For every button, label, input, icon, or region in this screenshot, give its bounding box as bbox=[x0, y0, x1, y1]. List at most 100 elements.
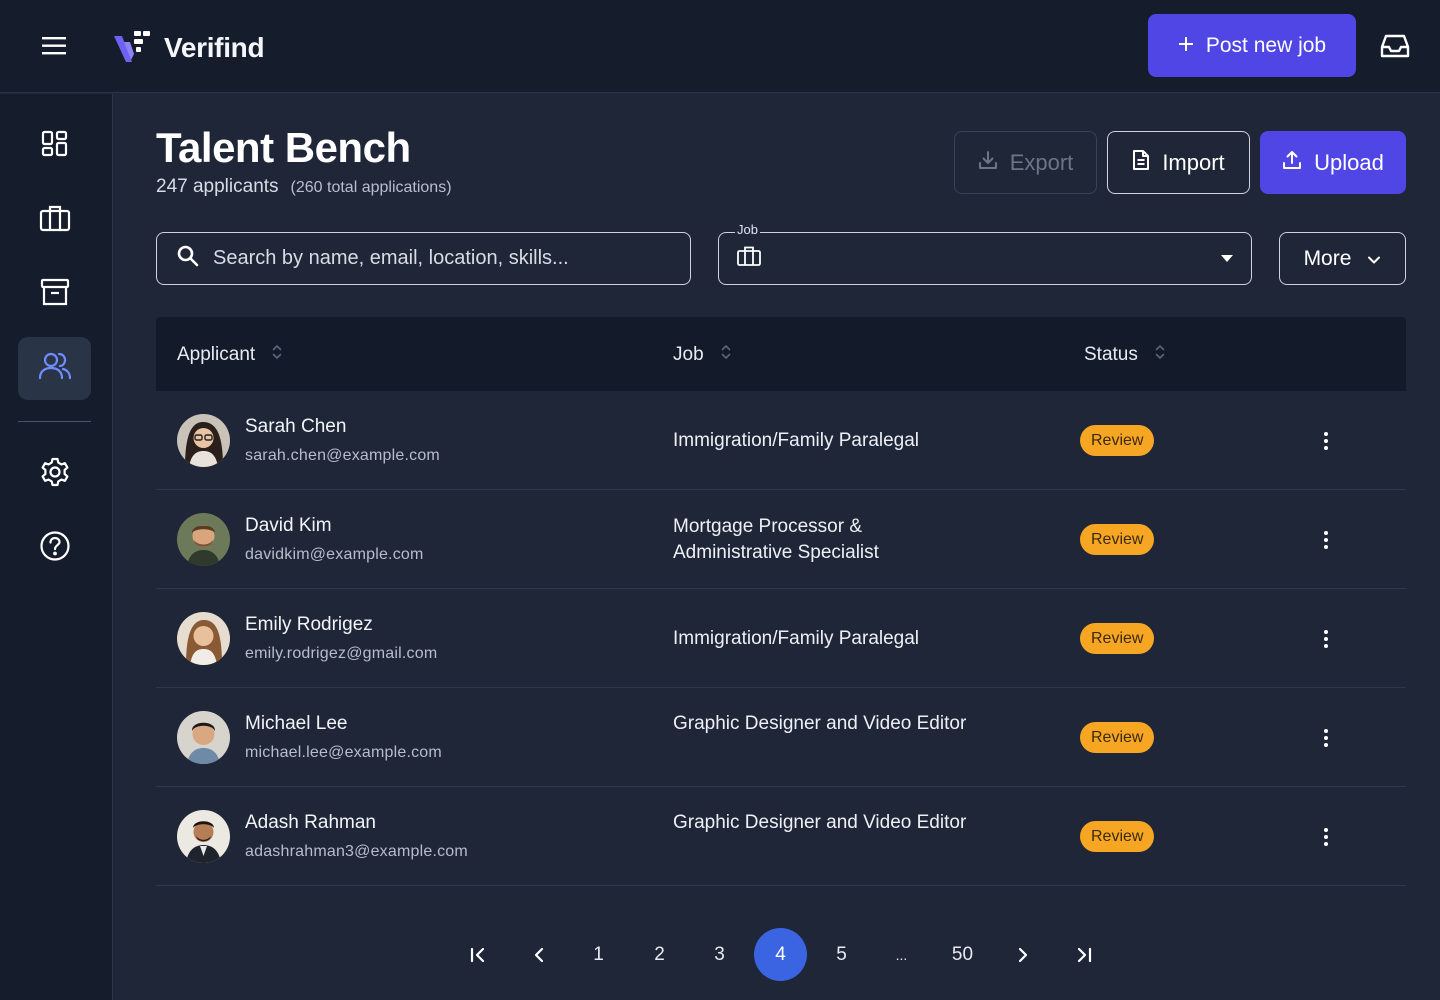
first-page-icon[interactable] bbox=[451, 928, 504, 981]
download-icon bbox=[978, 150, 998, 176]
more-options-icon[interactable] bbox=[1314, 822, 1338, 852]
job-title: Mortgage Processor & Administrative Spec… bbox=[673, 516, 879, 563]
avatar bbox=[177, 711, 230, 764]
column-header-applicant[interactable]: Applicant bbox=[177, 343, 283, 367]
sidebar-item-archive[interactable] bbox=[18, 263, 91, 326]
more-options-icon[interactable] bbox=[1314, 624, 1338, 654]
document-icon bbox=[1132, 149, 1150, 177]
import-label: Import bbox=[1162, 149, 1225, 175]
applicant-count: 247 applicants bbox=[156, 176, 279, 197]
briefcase-icon bbox=[39, 203, 71, 238]
status-badge: Review bbox=[1080, 722, 1155, 753]
page-subtitle: 247 applicants (260 total applications) bbox=[156, 176, 452, 198]
status-badge: Review bbox=[1080, 425, 1155, 456]
plus-icon bbox=[1178, 34, 1194, 58]
chevron-down-icon bbox=[1367, 247, 1381, 271]
table-row[interactable]: Michael Lee michael.lee@example.com Grap… bbox=[156, 688, 1406, 787]
page-title: Talent Bench bbox=[156, 124, 411, 171]
sidebar bbox=[0, 94, 113, 1000]
sidebar-item-settings[interactable] bbox=[18, 443, 91, 506]
table-row[interactable]: Emily Rodrigez emily.rodrigez@gmail.com … bbox=[156, 589, 1406, 688]
status-badge: Review bbox=[1080, 821, 1155, 852]
column-label: Job bbox=[673, 344, 704, 365]
dashboard-icon bbox=[40, 129, 70, 164]
avatar bbox=[177, 513, 230, 566]
hamburger-icon[interactable] bbox=[34, 28, 76, 64]
upload-button[interactable]: Upload bbox=[1260, 131, 1406, 194]
column-label: Applicant bbox=[177, 344, 256, 365]
job-title: Graphic Designer and Video Editor bbox=[673, 812, 967, 833]
previous-page-icon[interactable] bbox=[512, 928, 565, 981]
sidebar-item-talent[interactable] bbox=[18, 337, 91, 400]
avatar bbox=[177, 414, 230, 467]
export-label: Export bbox=[1009, 149, 1074, 175]
archive-icon bbox=[40, 277, 70, 312]
more-filters-button[interactable]: More bbox=[1279, 232, 1406, 285]
inbox-icon[interactable] bbox=[1374, 26, 1416, 66]
help-icon bbox=[39, 530, 71, 567]
logo-mark-icon bbox=[112, 26, 152, 71]
users-icon bbox=[38, 351, 71, 386]
column-label: Status bbox=[1084, 344, 1138, 365]
page-ellipsis: ... bbox=[895, 946, 908, 963]
applicant-email: emily.rodrigez@gmail.com bbox=[245, 645, 438, 662]
upload-label: Upload bbox=[1314, 149, 1384, 175]
job-title: Immigration/Family Paralegal bbox=[673, 430, 920, 451]
applicant-name[interactable]: Michael Lee bbox=[245, 713, 347, 735]
status-badge: Review bbox=[1080, 623, 1155, 654]
status-badge: Review bbox=[1080, 524, 1155, 555]
column-header-status[interactable]: Status bbox=[1084, 343, 1166, 367]
briefcase-icon bbox=[737, 245, 761, 272]
page-button-5[interactable]: 5 bbox=[815, 928, 868, 981]
search-box bbox=[156, 232, 691, 285]
gear-icon bbox=[40, 457, 70, 492]
total-applications: (260 total applications) bbox=[290, 179, 452, 196]
next-page-icon[interactable] bbox=[996, 928, 1049, 981]
job-filter-select[interactable] bbox=[718, 232, 1252, 285]
page-button-2[interactable]: 2 bbox=[633, 928, 686, 981]
more-label: More bbox=[1303, 246, 1352, 270]
job-title: Immigration/Family Paralegal bbox=[673, 628, 920, 649]
top-bar: Verifind Post new job bbox=[0, 0, 1440, 93]
page-button-1[interactable]: 1 bbox=[572, 928, 625, 981]
more-options-icon[interactable] bbox=[1314, 723, 1338, 753]
table-row[interactable]: Sarah Chen sarah.chen@example.com Immigr… bbox=[156, 391, 1406, 490]
applicant-email: sarah.chen@example.com bbox=[245, 447, 440, 464]
table-row[interactable]: Adash Rahman adashrahman3@example.com Gr… bbox=[156, 787, 1406, 886]
applicant-name[interactable]: David Kim bbox=[245, 515, 332, 537]
sidebar-item-jobs[interactable] bbox=[18, 189, 91, 252]
caret-down-icon bbox=[1221, 255, 1233, 262]
page-button-3[interactable]: 3 bbox=[693, 928, 746, 981]
avatar bbox=[177, 612, 230, 665]
applicant-name[interactable]: Adash Rahman bbox=[245, 812, 376, 834]
more-options-icon[interactable] bbox=[1314, 426, 1338, 456]
applicant-name[interactable]: Sarah Chen bbox=[245, 416, 346, 438]
import-button[interactable]: Import bbox=[1107, 131, 1250, 194]
sort-icon bbox=[720, 343, 732, 367]
more-options-icon[interactable] bbox=[1314, 525, 1338, 555]
upload-icon bbox=[1282, 150, 1302, 176]
applicant-email: michael.lee@example.com bbox=[245, 744, 442, 761]
sidebar-item-dashboard[interactable] bbox=[18, 115, 91, 178]
sidebar-divider bbox=[18, 421, 91, 422]
table-header: Applicant Job Status bbox=[156, 317, 1406, 391]
post-new-job-button[interactable]: Post new job bbox=[1148, 14, 1356, 77]
last-page-icon[interactable] bbox=[1057, 928, 1110, 981]
avatar bbox=[177, 810, 230, 863]
sort-icon bbox=[271, 343, 283, 367]
applicant-email: adashrahman3@example.com bbox=[245, 843, 468, 860]
sort-icon bbox=[1154, 343, 1166, 367]
post-new-job-label: Post new job bbox=[1205, 33, 1327, 57]
page-button-current[interactable]: 4 bbox=[754, 928, 807, 981]
export-button[interactable]: Export bbox=[954, 131, 1097, 194]
page-button-50[interactable]: 50 bbox=[936, 928, 989, 981]
search-input[interactable] bbox=[213, 247, 653, 270]
app-logo[interactable]: Verifind bbox=[112, 26, 265, 71]
applicant-name[interactable]: Emily Rodrigez bbox=[245, 614, 373, 636]
column-header-job[interactable]: Job bbox=[673, 343, 732, 367]
job-filter-label: Job bbox=[735, 222, 760, 237]
sidebar-item-help[interactable] bbox=[18, 517, 91, 580]
table-row[interactable]: David Kim davidkim@example.com Mortgage … bbox=[156, 490, 1406, 589]
search-icon bbox=[177, 245, 199, 272]
app-name: Verifind bbox=[164, 32, 265, 63]
